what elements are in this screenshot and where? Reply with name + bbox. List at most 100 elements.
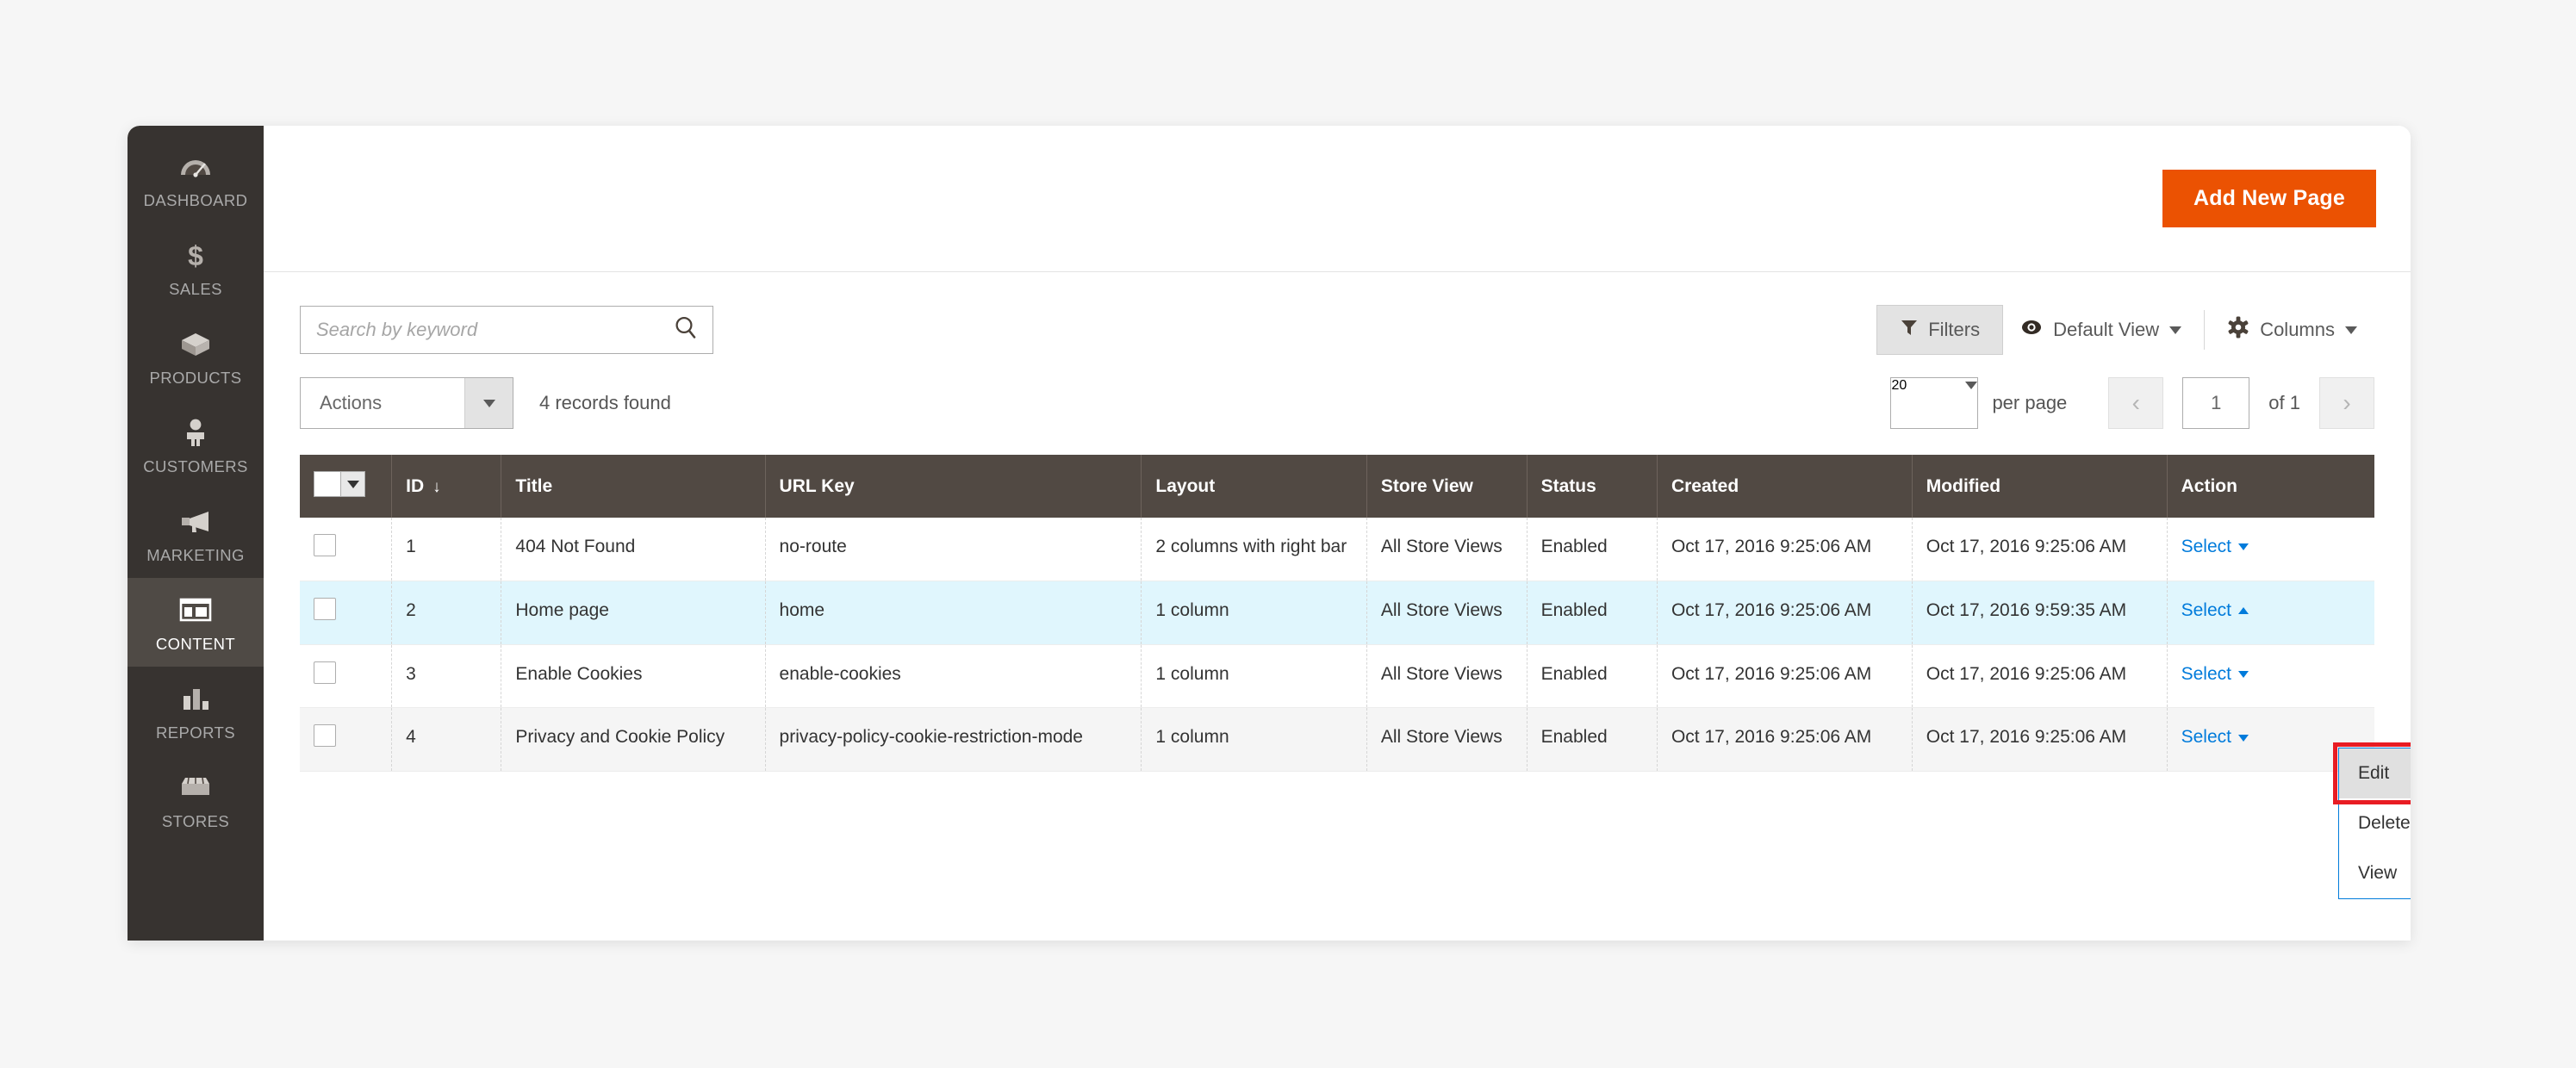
select-all-dropdown[interactable] (314, 471, 365, 497)
cell-action: Select (2167, 644, 2374, 709)
cell-modified: Oct 17, 2016 9:25:06 AM (1912, 644, 2168, 709)
row-select-action-open[interactable]: Select (2181, 600, 2249, 620)
cell-layout: 1 column (1141, 581, 1367, 645)
cell-status: Enabled (1527, 518, 1658, 581)
row-checkbox-cell (300, 581, 393, 645)
row-select-action[interactable]: Select (2181, 537, 2249, 556)
sidebar-item-label: REPORTS (156, 723, 235, 742)
cms-pages-grid: ID ↓ Title URL Key Layout Store View Stat… (300, 455, 2374, 773)
sidebar-item-label: MARKETING (146, 546, 245, 564)
cell-store-view: All Store Views (1366, 518, 1528, 581)
actions-select[interactable]: Actions (300, 377, 513, 429)
cell-url-key: home (765, 581, 1142, 645)
sidebar-item-stores[interactable]: STORES (128, 755, 264, 844)
table-row[interactable]: 4 Privacy and Cookie Policy privacy-poli… (300, 707, 2374, 773)
grid-header-url-key[interactable]: URL Key (765, 455, 1142, 518)
table-row[interactable]: 2 Home page home 1 column All Store View… (300, 581, 2374, 645)
cell-created: Oct 17, 2016 9:25:06 AM (1657, 707, 1913, 773)
cell-status: Enabled (1527, 644, 1658, 709)
sidebar-item-label: CUSTOMERS (143, 457, 248, 475)
filters-label: Filters (1928, 319, 1981, 340)
person-icon (178, 415, 213, 450)
svg-text:$: $ (188, 240, 203, 270)
chevron-down-icon (2345, 326, 2357, 334)
search-icon[interactable] (673, 315, 699, 345)
actions-select-value: Actions (320, 392, 383, 413)
main-content: Add New Page Search by keyword Filters D… (264, 126, 2411, 941)
select-all-checkbox[interactable] (314, 472, 340, 496)
grid-header-created[interactable]: Created (1657, 455, 1913, 518)
row-select-action[interactable]: Select (2181, 664, 2249, 684)
sidebar-item-label: STORES (161, 812, 230, 830)
sidebar-item-content[interactable]: CONTENT (128, 578, 264, 667)
toolbar-divider (2204, 310, 2206, 350)
cell-status: Enabled (1527, 707, 1658, 773)
table-row[interactable]: 3 Enable Cookies enable-cookies 1 column… (300, 644, 2374, 709)
row-checkbox[interactable] (314, 661, 336, 684)
cell-id: 2 (391, 581, 502, 645)
row-checkbox[interactable] (314, 724, 336, 748)
grid-header-layout[interactable]: Layout (1141, 455, 1367, 518)
dollar-sign-icon: $ (178, 238, 213, 272)
per-page-value: 20 (1891, 378, 1907, 393)
bar-chart-icon (179, 681, 212, 716)
row-checkbox[interactable] (314, 597, 336, 620)
gear-icon (2227, 316, 2249, 344)
grid-header-action: Action (2167, 455, 2374, 518)
row-checkbox-cell (300, 707, 393, 773)
grid-header-title[interactable]: Title (501, 455, 766, 518)
chevron-down-icon (2238, 543, 2249, 551)
columns-dropdown[interactable]: Columns (2210, 307, 2374, 352)
sidebar-item-reports[interactable]: REPORTS (128, 667, 264, 755)
sidebar-item-sales[interactable]: $ SALES (128, 223, 264, 312)
grid-header-row: ID ↓ Title URL Key Layout Store View Stat… (300, 455, 2374, 518)
columns-label: Columns (2260, 319, 2335, 340)
row-checkbox[interactable] (314, 534, 336, 556)
search-input[interactable] (301, 307, 712, 353)
cell-title: 404 Not Found (501, 518, 766, 581)
grid-header-checkbox (300, 455, 393, 518)
default-view-dropdown[interactable]: Default View (2003, 310, 2199, 350)
table-row[interactable]: 1 404 Not Found no-route 2 columns with … (300, 518, 2374, 581)
sidebar-item-products[interactable]: PRODUCTS (128, 312, 264, 400)
grid-pagination: 20 per page ‹ of 1 › (1890, 377, 2374, 429)
cell-url-key: enable-cookies (765, 644, 1142, 709)
grid-header-id[interactable]: ID ↓ (391, 455, 502, 518)
current-page-input[interactable] (2182, 377, 2250, 429)
sort-desc-icon: ↓ (432, 477, 441, 496)
grid-toolbar-secondary: Actions 4 records found 20 per page ‹ 1 … (264, 355, 2411, 429)
cell-id: 1 (391, 518, 502, 581)
row-select-action[interactable]: Select (2181, 727, 2249, 747)
cell-created: Oct 17, 2016 9:25:06 AM (1657, 518, 1913, 581)
previous-page-button[interactable]: ‹ (2108, 377, 2164, 429)
action-menu-item-edit[interactable]: Edit (2339, 748, 2411, 798)
data-grid-wrapper: ID ↓ Title URL Key Layout Store View Stat… (264, 429, 2411, 773)
sidebar-item-label: SALES (169, 280, 222, 298)
grid-header-store-view[interactable]: Store View (1366, 455, 1528, 518)
sidebar-item-marketing[interactable]: MARKETING (128, 489, 264, 578)
add-new-page-button[interactable]: Add New Page (2162, 170, 2376, 227)
layout-blocks-icon (179, 593, 212, 627)
grid-header-modified[interactable]: Modified (1912, 455, 2168, 518)
grid-header-status[interactable]: Status (1527, 455, 1658, 518)
cell-title: Enable Cookies (501, 644, 766, 709)
cell-modified: Oct 17, 2016 9:59:35 AM (1912, 581, 2168, 645)
action-menu-item-delete[interactable]: Delete (2339, 798, 2411, 848)
sidebar-item-dashboard[interactable]: DASHBOARD (128, 134, 264, 223)
sidebar-item-customers[interactable]: CUSTOMERS (128, 400, 264, 489)
chevron-down-icon (2238, 734, 2249, 742)
chevron-down-icon (2169, 326, 2182, 334)
chevron-down-icon[interactable] (340, 472, 364, 496)
chevron-up-icon (2238, 607, 2249, 615)
records-found-label: 4 records found (539, 392, 671, 413)
filters-button[interactable]: Filters (1876, 305, 2004, 355)
cell-layout: 1 column (1141, 644, 1367, 709)
cell-store-view: All Store Views (1366, 581, 1528, 645)
action-menu-item-view[interactable]: View (2339, 848, 2411, 898)
cell-store-view: All Store Views (1366, 644, 1528, 709)
next-page-button[interactable]: › (2319, 377, 2374, 429)
cell-store-view: All Store Views (1366, 707, 1528, 773)
row-action-menu[interactable]: Edit Delete View (2338, 748, 2411, 899)
per-page-select[interactable]: 20 (1890, 377, 1979, 429)
default-view-label: Default View (2053, 319, 2160, 340)
